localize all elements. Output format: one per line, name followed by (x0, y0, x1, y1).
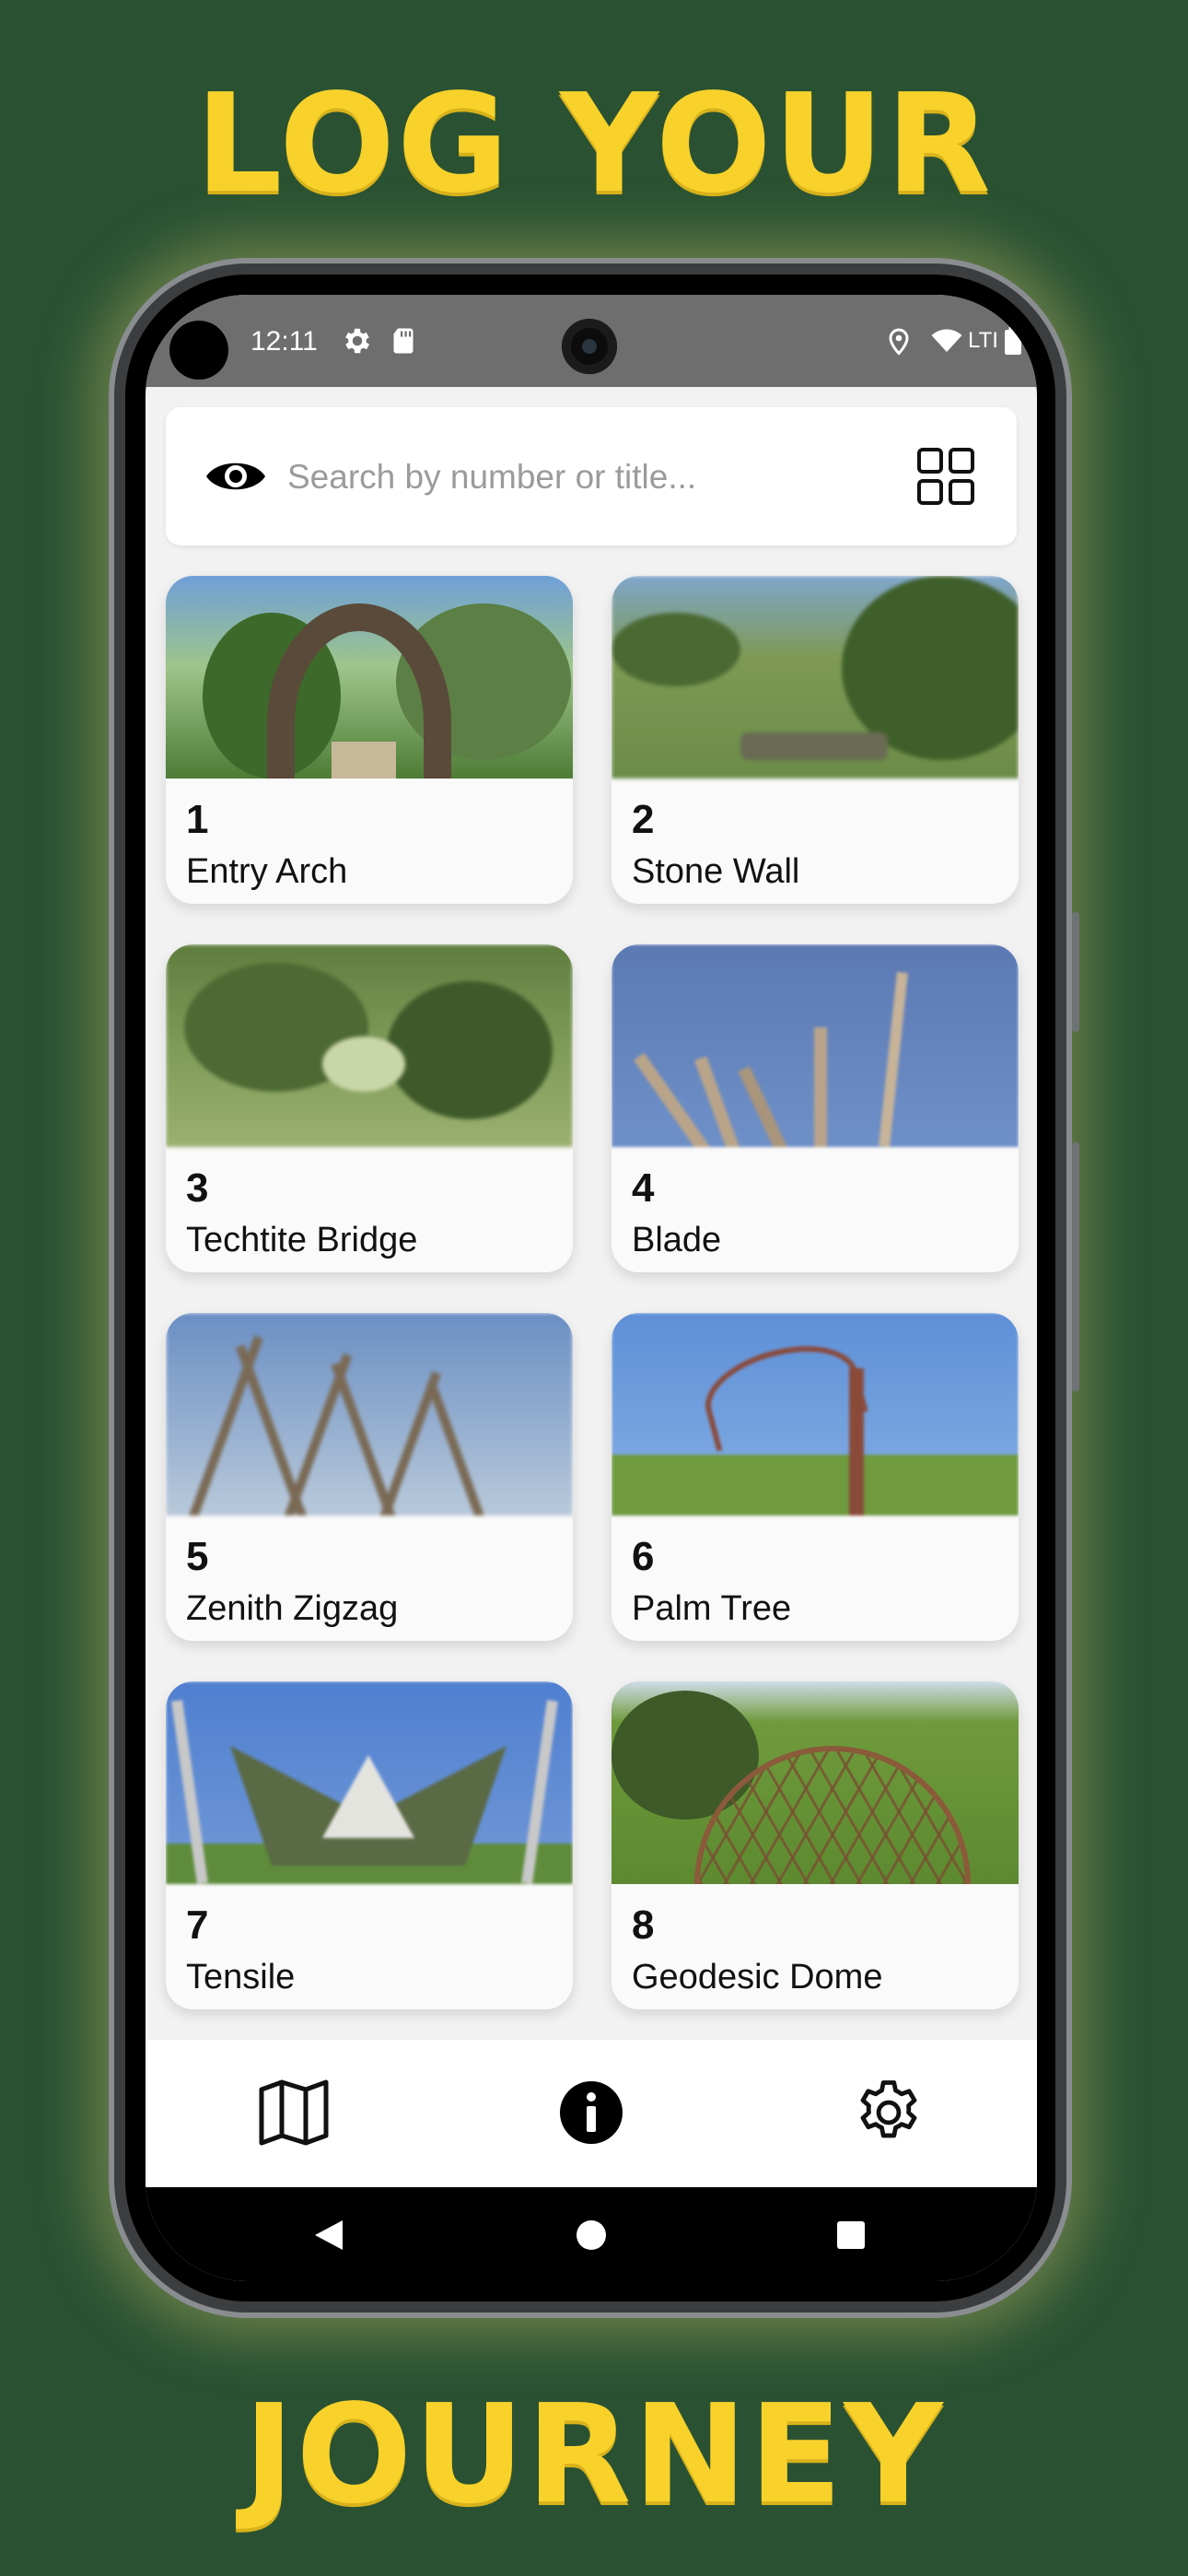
recents-icon[interactable] (836, 2220, 866, 2250)
network-label: LTI (968, 328, 998, 353)
card-image (611, 1313, 1019, 1516)
status-bar: 12:11 LTI (146, 295, 1037, 387)
app-screen: 12:11 LTI Search by number or title... 1… (146, 295, 1037, 2281)
card-number: 3 (186, 1165, 209, 1211)
card-geodesic-dome[interactable]: 8 Geodesic Dome (611, 1681, 1019, 2009)
back-icon[interactable] (313, 2219, 344, 2252)
system-nav-bar (146, 2187, 1037, 2281)
bottom-nav (146, 2040, 1037, 2187)
card-image (166, 944, 573, 1147)
card-number: 4 (632, 1165, 655, 1211)
status-time: 12:11 (250, 326, 318, 357)
card-image (166, 1313, 573, 1516)
card-number: 7 (186, 1903, 209, 1948)
card-number: 6 (632, 1534, 655, 1579)
headline-bottom: JOURNEY (243, 2375, 945, 2534)
card-number: 5 (186, 1534, 209, 1579)
settings-icon (345, 328, 370, 354)
card-number: 1 (186, 797, 209, 842)
eye-icon[interactable] (203, 448, 269, 505)
card-title: Entry Arch (186, 852, 348, 891)
card-title: Palm Tree (632, 1589, 792, 1628)
card-techtite-bridge[interactable]: 3 Techtite Bridge (166, 944, 573, 1272)
grid-view-icon[interactable] (915, 446, 976, 507)
card-image (166, 1681, 573, 1884)
home-icon[interactable] (576, 2219, 607, 2251)
card-blade[interactable]: 4 Blade (611, 944, 1019, 1272)
map-icon[interactable] (256, 2075, 332, 2150)
card-zenith-zigzag[interactable]: 5 Zenith Zigzag (166, 1313, 573, 1641)
card-title: Blade (632, 1221, 722, 1259)
headline-top: LOG YOUR (195, 64, 993, 223)
camera-cutout (169, 321, 228, 380)
battery-icon (1005, 327, 1021, 355)
settings-icon[interactable] (851, 2075, 926, 2150)
card-palm-tree[interactable]: 6 Palm Tree (611, 1313, 1019, 1641)
card-title: Techtite Bridge (186, 1221, 418, 1259)
phone-side-button (1072, 912, 1079, 1032)
card-title: Stone Wall (632, 852, 800, 891)
card-image (166, 576, 573, 779)
card-image (611, 944, 1019, 1147)
card-number: 2 (632, 797, 655, 842)
card-stone-wall[interactable]: 2 Stone Wall (611, 576, 1019, 904)
card-tensile[interactable]: 7 Tensile (166, 1681, 573, 2009)
sd-card-icon (393, 328, 413, 354)
info-icon[interactable] (553, 2075, 629, 2150)
search-input[interactable] (285, 444, 842, 510)
card-number: 8 (632, 1903, 655, 1948)
phone-volume-button (1072, 1142, 1079, 1391)
wifi-icon (931, 329, 962, 352)
card-image (611, 576, 1019, 779)
location-icon (889, 328, 909, 356)
card-title: Tensile (186, 1958, 296, 1996)
card-image (611, 1681, 1019, 1884)
card-entry-arch[interactable]: 1 Entry Arch (166, 576, 573, 904)
card-title: Zenith Zigzag (186, 1589, 399, 1628)
front-camera (562, 319, 617, 374)
search-bar (166, 407, 1017, 545)
card-title: Geodesic Dome (632, 1958, 883, 1996)
